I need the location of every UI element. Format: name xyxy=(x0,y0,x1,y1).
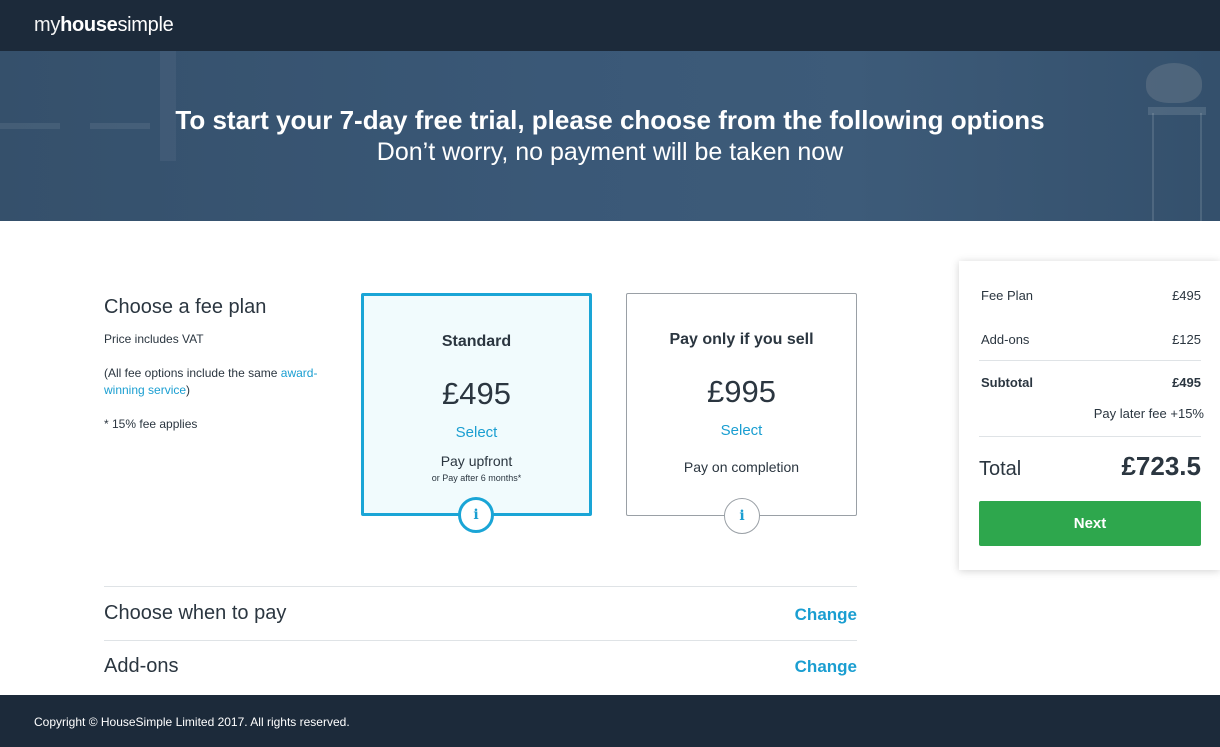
order-summary: Fee Plan £495 Add-ons £125 Subtotal £495… xyxy=(959,261,1220,570)
plan-card-pay-if-sell[interactable]: Pay only if you sell £995 Select Pay on … xyxy=(626,293,857,516)
total-label: Total xyxy=(979,458,1022,480)
plan-name: Pay only if you sell xyxy=(669,331,814,348)
next-button[interactable]: Next xyxy=(979,501,1201,546)
summary-label: Add-ons xyxy=(981,332,1030,347)
vat-note: Price includes VAT xyxy=(104,332,204,346)
summary-subtotal-row: Subtotal £495 xyxy=(981,375,1201,390)
summary-divider xyxy=(979,360,1201,361)
summary-value: £495 xyxy=(1172,288,1201,303)
footer: Copyright © HouseSimple Limited 2017. Al… xyxy=(0,695,1220,747)
summary-value: +15% xyxy=(1170,406,1204,421)
total-value: £723.5 xyxy=(1121,451,1201,481)
options-note-prefix: (All fee options include the same xyxy=(104,366,281,380)
summary-label: Subtotal xyxy=(981,375,1033,390)
summary-value: £495 xyxy=(1172,375,1201,390)
choose-when-to-pay-label: Choose when to pay xyxy=(104,602,287,624)
hero-subtitle: Don’t worry, no payment will be taken no… xyxy=(376,138,844,166)
summary-label: Pay later fee xyxy=(1093,406,1167,421)
summary-addons-row: Add-ons £125 xyxy=(981,332,1201,347)
change-add-ons-link[interactable]: Change xyxy=(760,657,857,677)
plan-description: Pay on completion xyxy=(683,459,800,475)
summary-label: Fee Plan xyxy=(981,288,1034,303)
hero-banner: To start your 7-day free trial, please c… xyxy=(0,51,1220,221)
fee-note: * 15% fee applies xyxy=(104,417,198,431)
section-divider xyxy=(104,640,857,641)
add-ons-label: Add-ons xyxy=(104,655,179,677)
plan-price: £995 xyxy=(707,374,776,409)
hero-title: To start your 7-day free trial, please c… xyxy=(175,105,1045,135)
plan-card-standard[interactable]: Standard £495 Select Pay upfront or Pay … xyxy=(361,293,592,516)
logo[interactable]: myhousesimple xyxy=(34,14,174,37)
info-icon[interactable]: i xyxy=(724,498,760,534)
plan-select-link[interactable]: Select xyxy=(627,422,856,439)
plan-description: Pay upfront xyxy=(440,453,513,469)
info-icon[interactable]: i xyxy=(458,497,494,533)
fee-plan-intro: Choose a fee plan Price includes VAT (Al… xyxy=(104,296,324,433)
top-bar: myhousesimple xyxy=(0,0,1220,51)
logo-my: my xyxy=(34,14,61,36)
change-when-to-pay-link[interactable]: Change xyxy=(760,605,857,625)
section-divider xyxy=(104,586,857,587)
options-note: (All fee options include the same award-… xyxy=(104,365,324,399)
plan-price: £495 xyxy=(442,376,511,411)
summary-value: £125 xyxy=(1172,332,1201,347)
plan-note: or Pay after 6 months* xyxy=(431,473,522,483)
fee-plan-heading: Choose a fee plan xyxy=(104,296,267,318)
summary-pay-later-row: Pay later fee +15% xyxy=(981,406,1204,421)
options-note-suffix: ) xyxy=(186,383,191,397)
plan-select-link[interactable]: Select xyxy=(364,424,589,441)
plan-name: Standard xyxy=(441,333,512,350)
logo-simple: simple xyxy=(117,14,174,36)
summary-divider xyxy=(979,436,1201,437)
copyright-text: Copyright © HouseSimple Limited 2017. Al… xyxy=(34,715,350,729)
logo-house: house xyxy=(60,14,118,36)
summary-fee-plan-row: Fee Plan £495 xyxy=(981,288,1201,303)
plant-decoration xyxy=(1146,63,1202,103)
